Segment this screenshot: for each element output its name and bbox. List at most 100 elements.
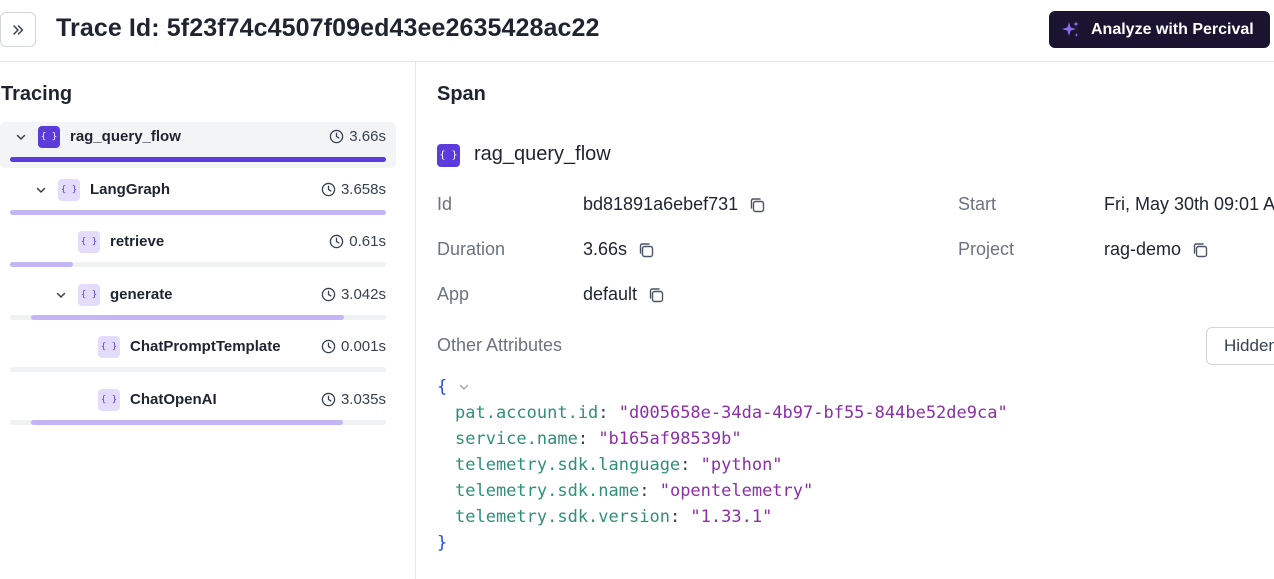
hidden-toggle-button[interactable]: Hidden <box>1206 327 1274 365</box>
expand-sidebar-button[interactable] <box>0 12 36 47</box>
json-value: "python" <box>700 455 783 475</box>
json-entry: pat.account.id: "d005658e-34da-4b97-bf55… <box>437 400 1008 426</box>
chevron-down-icon[interactable] <box>458 381 470 393</box>
span-name: ChatPromptTemplate <box>130 338 281 355</box>
id-value: bd81891a6ebef731 <box>583 194 766 215</box>
duration-text: 3.042s <box>340 285 386 303</box>
copy-icon[interactable] <box>647 286 665 304</box>
braces-icon: { } <box>58 178 80 201</box>
span-tree-row[interactable]: { } retrieve 0.61s <box>0 227 396 271</box>
span-duration: 3.042s <box>321 286 386 303</box>
json-key: telemetry.sdk.name <box>455 481 640 501</box>
project-value: rag-demo <box>1104 239 1209 260</box>
start-text: Fri, May 30th 09:01 A <box>1104 194 1274 214</box>
span-tree-row[interactable]: { } LangGraph 3.658s <box>0 175 396 219</box>
json-key: pat.account.id <box>455 403 599 423</box>
json-colon: : <box>669 507 691 527</box>
span-tree-row[interactable]: { } generate 3.042s <box>0 280 396 324</box>
braces-icon: { } <box>78 283 100 306</box>
duration-bar <box>30 419 343 425</box>
analyze-label: Analyze with Percival <box>1091 20 1254 38</box>
project-text: rag-demo <box>1104 239 1182 259</box>
json-value: "1.33.1" <box>690 507 773 527</box>
span-name: LangGraph <box>90 180 171 198</box>
app-label: App <box>437 284 470 304</box>
clock-icon <box>329 234 344 249</box>
analyze-with-percival-button[interactable]: Analyze with Percival <box>1049 11 1270 48</box>
json-value: "opentelemetry" <box>659 481 814 501</box>
duration-text: 3.66s <box>349 128 386 145</box>
copy-icon[interactable] <box>748 196 766 214</box>
copy-icon[interactable] <box>1191 241 1209 259</box>
span-name: rag_query_flow <box>70 128 181 145</box>
start-value: Fri, May 30th 09:01 A <box>1104 194 1274 215</box>
duration-value: 3.66s <box>583 239 655 260</box>
json-entry: telemetry.sdk.name: "opentelemetry" <box>437 478 1008 504</box>
json-open-brace: { <box>437 377 448 397</box>
span-name: rag_query_flow <box>474 143 611 165</box>
json-close-brace: } <box>437 533 448 553</box>
id-label: Id <box>437 194 453 214</box>
duration-bar <box>10 157 386 162</box>
duration-bar-track <box>10 367 386 372</box>
clock-icon <box>321 392 336 407</box>
id-text: bd81891a6ebef731 <box>583 194 739 214</box>
json-colon: : <box>680 455 701 475</box>
other-attributes-label: Other Attributes <box>437 335 563 355</box>
braces-icon: { } <box>38 126 60 148</box>
json-key: telemetry.sdk.version <box>455 507 670 527</box>
duration-text: 3.66s <box>583 239 628 259</box>
project-label: Project <box>958 239 1015 259</box>
duration-label: Duration <box>437 239 506 259</box>
duration-text: 0.61s <box>349 233 386 250</box>
span-tree-row[interactable]: { } rag_query_flow 3.66s <box>0 122 396 168</box>
page-title: Trace Id: 5f23f74c4507f09ed43ee2635428ac… <box>56 14 600 42</box>
chevrons-right-icon <box>13 24 24 35</box>
span-duration: 0.001s <box>321 338 386 355</box>
json-colon: : <box>639 481 660 501</box>
span-name: generate <box>110 285 173 303</box>
span-duration: 3.658s <box>321 181 386 198</box>
page-header: Trace Id: 5f23f74c4507f09ed43ee2635428ac… <box>0 0 1274 62</box>
span-duration: 3.035s <box>321 391 386 408</box>
braces-icon: { } <box>78 231 100 253</box>
span-detail-panel: Span { } rag_query_flow Id bd81891a6ebef… <box>417 62 1274 579</box>
braces-icon: { } <box>437 144 460 167</box>
clock-icon <box>329 129 344 144</box>
attributes-json-viewer: { pat.account.id: "d005658e-34da-4b97-bf… <box>437 374 1008 556</box>
span-name: retrieve <box>110 233 165 250</box>
copy-icon[interactable] <box>637 241 655 259</box>
json-open-line: { <box>437 374 1008 400</box>
span-duration: 0.61s <box>329 233 386 250</box>
json-key: service.name <box>455 429 578 449</box>
span-panel-title: Span <box>437 83 486 105</box>
duration-text: 3.658s <box>340 180 386 198</box>
sparkle-icon <box>1062 20 1079 37</box>
duration-bar <box>10 209 386 215</box>
json-colon: : <box>577 429 599 449</box>
span-tree-row[interactable]: { } ChatOpenAI 3.035s <box>0 385 396 429</box>
app-text: default <box>583 284 638 304</box>
duration-text: 0.001s <box>340 338 386 355</box>
json-entry: telemetry.sdk.language: "python" <box>437 452 1008 478</box>
json-entry: telemetry.sdk.version: "1.33.1" <box>437 504 1008 530</box>
json-entries: pat.account.id: "d005658e-34da-4b97-bf55… <box>437 400 1008 530</box>
json-entry: service.name: "b165af98539b" <box>437 426 1008 452</box>
clock-icon <box>321 182 336 197</box>
duration-text: 3.035s <box>340 390 386 408</box>
chevron-down-icon[interactable] <box>34 183 48 197</box>
json-colon: : <box>598 403 619 423</box>
start-label: Start <box>958 194 997 214</box>
span-duration: 3.66s <box>329 128 386 145</box>
duration-bar <box>30 314 344 320</box>
clock-icon <box>321 287 336 302</box>
chevron-down-icon[interactable] <box>14 130 28 144</box>
braces-icon: { } <box>98 336 120 358</box>
chevron-down-icon[interactable] <box>54 288 68 302</box>
json-value: "b165af98539b" <box>598 429 742 449</box>
braces-icon: { } <box>98 388 120 411</box>
span-tree-row[interactable]: { } ChatPromptTemplate 0.001s <box>0 332 396 376</box>
json-key: telemetry.sdk.language <box>455 455 681 475</box>
clock-icon <box>321 339 336 354</box>
tracing-title: Tracing <box>1 83 73 105</box>
